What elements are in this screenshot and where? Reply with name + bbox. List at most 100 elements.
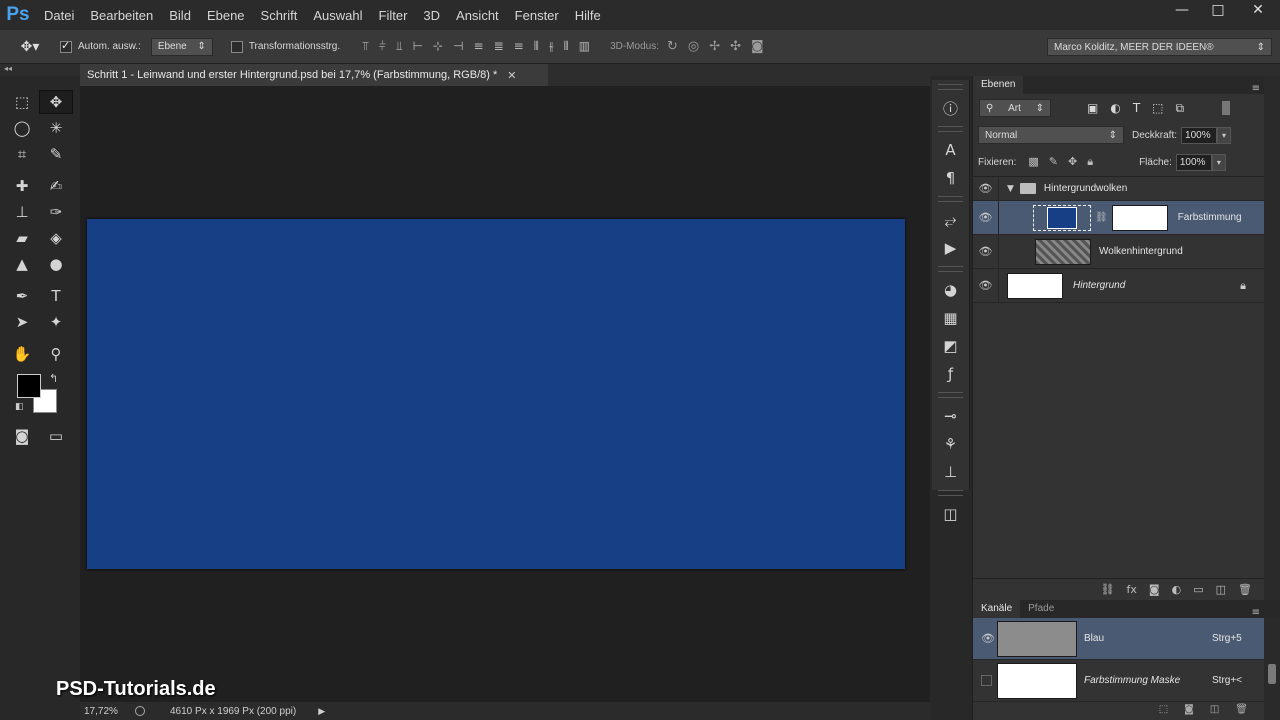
tab-ebenen[interactable]: Ebenen	[973, 76, 1024, 94]
panel-menu-icon[interactable]: ≡	[1252, 83, 1264, 94]
add-mask-icon[interactable]: ◙	[1149, 583, 1160, 596]
menu-fenster[interactable]: Fenster	[507, 8, 567, 23]
auto-select-checkbox[interactable]	[60, 39, 72, 53]
tab-pfade[interactable]: Pfade	[1020, 600, 1063, 618]
3d-roll-icon[interactable]: ◎	[688, 39, 699, 54]
info-panel-icon[interactable]: ⓘ	[932, 94, 969, 122]
default-colors-icon[interactable]: ◧	[15, 402, 24, 412]
adjustment-thumbnail[interactable]	[1033, 204, 1091, 231]
visibility-box[interactable]	[981, 675, 992, 686]
character-panel-icon[interactable]: A	[932, 136, 969, 164]
hand-tool-icon[interactable]: ✋	[5, 342, 39, 366]
eye-icon[interactable]: 👁︎	[973, 177, 999, 200]
eye-icon[interactable]: 👁︎	[981, 632, 995, 645]
blur-tool-icon[interactable]: ▲	[5, 252, 39, 276]
layer-hintergrund[interactable]: 👁︎ Hintergrund 🔒︎	[973, 269, 1264, 303]
screen-mode-icon[interactable]: ▭	[39, 424, 73, 448]
opacity-slider-button[interactable]: ▾	[1217, 126, 1232, 144]
actions-panel-icon[interactable]: ▶	[932, 234, 969, 262]
align-hcenter-icon[interactable]: ⊹	[433, 39, 443, 54]
lock-image-icon[interactable]: ✎	[1049, 155, 1058, 169]
maximize-button[interactable]: □	[1200, 0, 1236, 20]
distribute-vcenter-icon[interactable]: ≣	[494, 39, 504, 54]
transform-controls-checkbox[interactable]	[230, 40, 243, 53]
magic-wand-tool-icon[interactable]: ✳	[39, 116, 73, 140]
distribute-bottom-icon[interactable]: ≡	[514, 39, 524, 54]
history-brush-tool-icon[interactable]: ✑	[39, 200, 73, 224]
delete-channel-icon[interactable]: 🗑︎	[1235, 704, 1248, 720]
minimize-button[interactable]: —	[1164, 0, 1200, 20]
filter-toggle-switch[interactable]	[1222, 101, 1231, 115]
eyedropper-tool-icon[interactable]: ✎	[39, 142, 73, 166]
healing-brush-tool-icon[interactable]: ✚	[5, 174, 39, 198]
new-layer-icon[interactable]: ◫	[1216, 583, 1226, 596]
clone-source-panel-icon[interactable]: ⊥	[932, 458, 969, 486]
auto-align-icon[interactable]: ▥	[579, 39, 590, 54]
align-top-icon[interactable]: ⫪	[362, 39, 369, 54]
3d-slide-icon[interactable]: ✣	[730, 39, 741, 54]
eye-icon[interactable]: 👁︎	[973, 235, 999, 268]
lock-all-icon[interactable]: 🔒︎	[1087, 155, 1093, 169]
new-group-icon[interactable]: ▭	[1193, 583, 1203, 596]
filter-adjustment-icon[interactable]: ◐	[1110, 101, 1120, 116]
filter-pixel-icon[interactable]: ▣	[1087, 101, 1098, 116]
adjustment-layer-icon[interactable]: ◐	[1172, 583, 1182, 596]
zoom-level[interactable]: 17,72%	[80, 706, 130, 717]
menu-bild[interactable]: Bild	[161, 8, 199, 23]
align-right-icon[interactable]: ⊣	[453, 39, 463, 54]
document-canvas[interactable]	[87, 219, 905, 569]
tool-preset-picker[interactable]: ✥▾	[0, 39, 60, 55]
lasso-tool-icon[interactable]: ◯	[5, 116, 39, 140]
pen-tool-icon[interactable]: ✒	[5, 284, 39, 308]
menu-auswahl[interactable]: Auswahl	[305, 8, 370, 23]
menu-filter[interactable]: Filter	[371, 8, 416, 23]
lock-position-icon[interactable]: ✥	[1068, 155, 1077, 169]
new-channel-icon[interactable]: ◫	[1210, 704, 1219, 720]
channels-scrollbar[interactable]	[1264, 618, 1280, 720]
distribute-hcenter-icon[interactable]: ⫳	[549, 39, 554, 54]
clone-stamp-tool-icon[interactable]: ⊥	[5, 200, 39, 224]
history-panel-icon[interactable]: ⥂	[932, 206, 969, 234]
eye-icon[interactable]: 👁︎	[973, 201, 999, 234]
distribute-top-icon[interactable]: ≡	[474, 39, 484, 54]
dodge-tool-icon[interactable]: ●	[39, 252, 73, 276]
brush-panel-icon[interactable]: ⚘	[932, 430, 969, 458]
swatches-panel-icon[interactable]: ▦	[932, 304, 969, 332]
custom-shape-tool-icon[interactable]: ✦	[39, 310, 73, 334]
close-document-icon[interactable]: ✕	[507, 69, 516, 82]
menu-3d[interactable]: 3D	[415, 8, 448, 23]
toolbar-collapse-bar[interactable]: ◂◂	[0, 64, 80, 76]
quick-mask-icon[interactable]: ◙	[5, 424, 39, 448]
eraser-tool-icon[interactable]: ▰	[5, 226, 39, 250]
eye-icon[interactable]: 👁︎	[973, 269, 999, 302]
distribute-left-icon[interactable]: ⫴	[534, 39, 539, 54]
layer-group-hintergrundwolken[interactable]: 👁︎ ▼ Hintergrundwolken	[973, 177, 1264, 201]
path-selection-tool-icon[interactable]: ➤	[5, 310, 39, 334]
status-info-icon[interactable]	[135, 706, 145, 716]
styles-panel-icon[interactable]: ◩	[932, 332, 969, 360]
opacity-input[interactable]: 100%	[1181, 126, 1218, 144]
3d-rotate-icon[interactable]: ↻	[667, 39, 678, 54]
status-menu-arrow-icon[interactable]: ▶	[318, 706, 325, 717]
layer-comps-panel-icon[interactable]: ◫	[932, 500, 969, 528]
close-window-button[interactable]: ✕	[1236, 0, 1280, 20]
panel-menu-icon[interactable]: ≡	[1252, 607, 1264, 618]
filter-smart-object-icon[interactable]: ⧉	[1176, 101, 1185, 116]
auto-select-target-dropdown[interactable]: Ebene ⇕	[150, 37, 213, 56]
canvas-area[interactable]	[80, 86, 930, 702]
document-tab[interactable]: Schritt 1 - Leinwand und erster Hintergr…	[80, 64, 548, 86]
transform-controls-option[interactable]: Transformationsstrg.	[230, 40, 340, 53]
filter-shape-icon[interactable]: ⬚	[1152, 101, 1163, 116]
menu-bearbeiten[interactable]: Bearbeiten	[82, 8, 161, 23]
color-panel-icon[interactable]: ◕	[932, 276, 969, 304]
align-bottom-icon[interactable]: ⫫	[396, 39, 403, 54]
marquee-tool-icon[interactable]: ⬚	[5, 90, 39, 114]
menu-schrift[interactable]: Schrift	[253, 8, 306, 23]
smart-object-thumbnail[interactable]	[1035, 238, 1091, 265]
fill-slider-button[interactable]: ▾	[1211, 153, 1226, 171]
workspace-dropdown[interactable]: Marco Kolditz, MEER DER IDEEN® ⇕	[1047, 38, 1272, 56]
layer-filter-dropdown[interactable]: ⚲ Art ⇕	[979, 99, 1051, 117]
brush-presets-panel-icon[interactable]: ⊸	[932, 402, 969, 430]
3d-pan-icon[interactable]: ✢	[709, 39, 720, 54]
expand-group-icon[interactable]: ▼	[1007, 184, 1014, 194]
